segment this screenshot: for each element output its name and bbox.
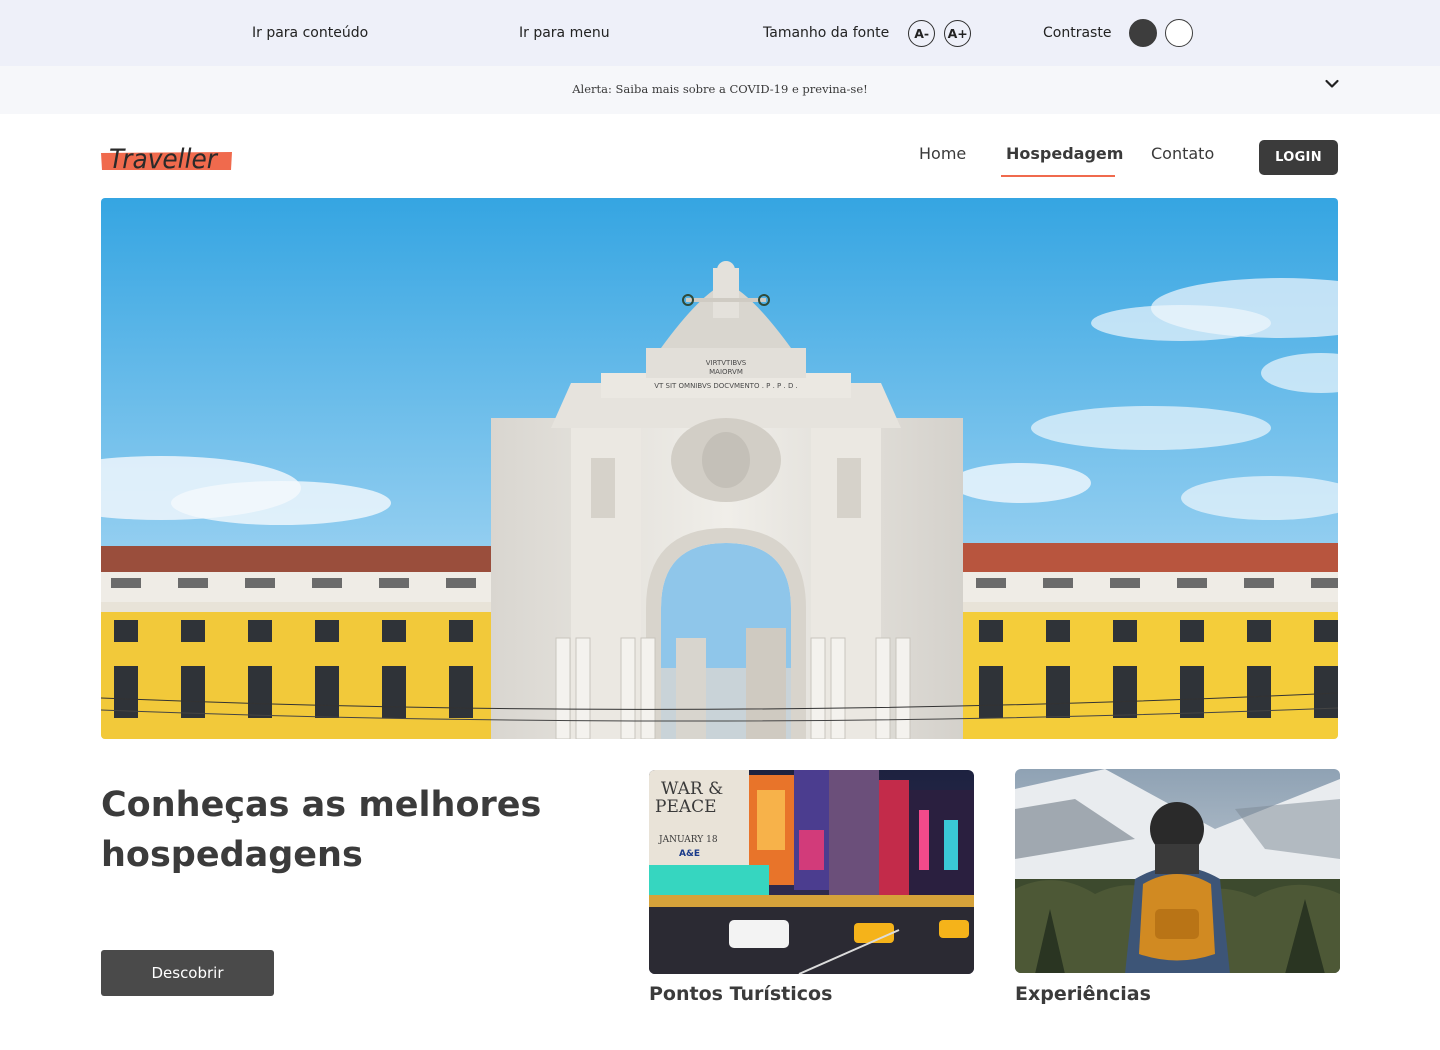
tourist-spots-title[interactable]: Pontos Turísticos	[649, 983, 832, 1005]
hero-inscription-2: MAIORVM	[709, 368, 743, 376]
billboard-text-4: A&E	[679, 849, 700, 859]
dark-contrast-button[interactable]	[1129, 19, 1158, 47]
contrast-control: Contraste	[1043, 0, 1194, 66]
nav-contato[interactable]: Contato	[1151, 144, 1214, 163]
font-decrease-button[interactable]: A-	[908, 19, 936, 47]
tourist-spots-image[interactable]: WAR & PEACE JANUARY 18 A&E	[649, 770, 974, 974]
font-size-label: Tamanho da fonte	[763, 25, 890, 41]
nav-hospedagem[interactable]: Hospedagem	[1006, 144, 1123, 163]
contrast-label: Contraste	[1043, 25, 1112, 41]
active-nav-indicator	[1001, 175, 1115, 177]
headline-line-1: Conheças as melhores	[101, 785, 542, 825]
alert-banner: Alerta: Saiba mais sobre a COVID-19 e pr…	[0, 66, 1440, 114]
experiences-title[interactable]: Experiências	[1015, 983, 1151, 1005]
discover-button[interactable]: Descobrir	[101, 950, 274, 996]
billboard-text-1: WAR &	[661, 779, 723, 799]
logo-text: Traveller	[109, 144, 219, 174]
skip-to-menu-link[interactable]: Ir para menu	[519, 0, 610, 66]
experiences-image[interactable]	[1015, 769, 1340, 973]
font-size-control: Tamanho da fonte A- A+	[763, 0, 972, 66]
hero-inscription-1: VIRTVTIBVS	[706, 359, 747, 367]
accessibility-bar: Ir para conteúdo Ir para menu Tamanho da…	[0, 0, 1440, 66]
billboard-text-3: JANUARY 18	[658, 835, 718, 845]
page-headline: Conheças as melhores hospedagens	[101, 780, 601, 880]
headline-line-2: hospedagens	[101, 835, 363, 875]
skip-to-content-link[interactable]: Ir para conteúdo	[252, 0, 368, 66]
nav-home[interactable]: Home	[919, 144, 966, 163]
traveller-logo[interactable]: Traveller	[101, 140, 233, 174]
hero-inscription-3: VT SIT OMNIBVS DOCVMENTO . P . P . D .	[654, 382, 798, 390]
login-button[interactable]: LOGIN	[1259, 140, 1338, 175]
chevron-down-icon[interactable]	[1322, 74, 1342, 94]
alert-message[interactable]: Alerta: Saiba mais sobre a COVID-19 e pr…	[0, 82, 1440, 96]
billboard-text-2: PEACE	[655, 797, 717, 817]
font-increase-button[interactable]: A+	[944, 19, 972, 47]
light-contrast-button[interactable]	[1165, 19, 1194, 47]
hero-image: VIRTVTIBVS MAIORVM VT SIT OMNIBVS DOCVME…	[101, 198, 1338, 739]
